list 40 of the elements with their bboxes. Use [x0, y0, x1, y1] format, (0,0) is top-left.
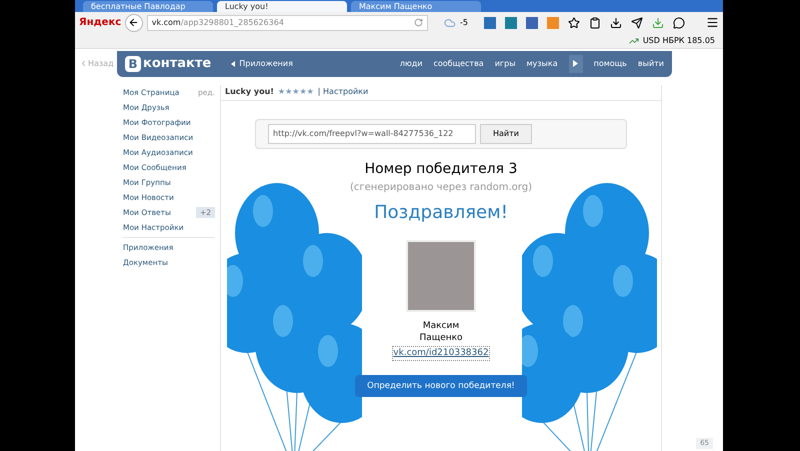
arrow-left-icon — [128, 17, 140, 28]
app-title: Lucky you! — [225, 86, 274, 98]
find-button[interactable]: Найти — [480, 124, 532, 144]
winner-note: (сгенерировано через random.org) — [350, 180, 532, 195]
section-link[interactable]: Приложения — [239, 58, 293, 70]
clipboard-icon[interactable] — [589, 16, 601, 29]
reload-icon[interactable] — [414, 18, 424, 28]
address-field[interactable]: vk.com/app3298801_285626364 — [146, 14, 428, 31]
chart-icon[interactable] — [628, 36, 639, 46]
url-input[interactable]: http://vk.com/freepvl?w=wall-84277536_122 — [268, 124, 476, 144]
winner-heading: Номер победителя 3 — [364, 160, 518, 179]
chat-icon[interactable] — [673, 16, 685, 29]
extension-icon[interactable] — [484, 16, 496, 29]
nav-link[interactable]: игры — [494, 58, 516, 70]
congrats-text: Поздравляем! — [374, 200, 508, 225]
menu-icon[interactable] — [706, 16, 719, 30]
nav-link[interactable]: сообщества — [433, 58, 484, 70]
browser-tab[interactable]: Lucky you! — [217, 0, 347, 12]
nav-link[interactable]: люди — [400, 58, 422, 70]
nav-link[interactable]: выйти — [638, 58, 664, 70]
nav-link[interactable]: помощь — [594, 58, 627, 70]
weather-reading[interactable]: -5 — [460, 16, 468, 29]
extension-icon[interactable] — [505, 16, 517, 29]
rating-stars: ★★★★★ — [278, 86, 314, 98]
new-winner-button[interactable]: Определить нового победителя! — [355, 375, 527, 398]
star-icon[interactable] — [568, 16, 580, 29]
triangle-left-icon[interactable] — [231, 60, 236, 67]
winner-name: Максим Пащенко — [419, 320, 463, 344]
browser-brand[interactable]: Яндекс — [79, 15, 122, 30]
currency-rate[interactable]: USD НБРК 185.05 — [642, 34, 715, 47]
back-button[interactable] — [125, 14, 143, 32]
profile-link[interactable]: vk.com/id210338362 — [392, 346, 490, 362]
logo[interactable]: В контакте — [125, 54, 212, 74]
settings-link[interactable]: | Настройки — [318, 86, 368, 98]
nav-link[interactable]: музыка — [526, 58, 558, 70]
send-icon[interactable] — [631, 16, 643, 29]
play-icon — [573, 60, 578, 68]
extension-icon[interactable] — [526, 16, 538, 29]
play-button[interactable] — [568, 54, 583, 73]
download-icon[interactable] — [610, 16, 622, 29]
